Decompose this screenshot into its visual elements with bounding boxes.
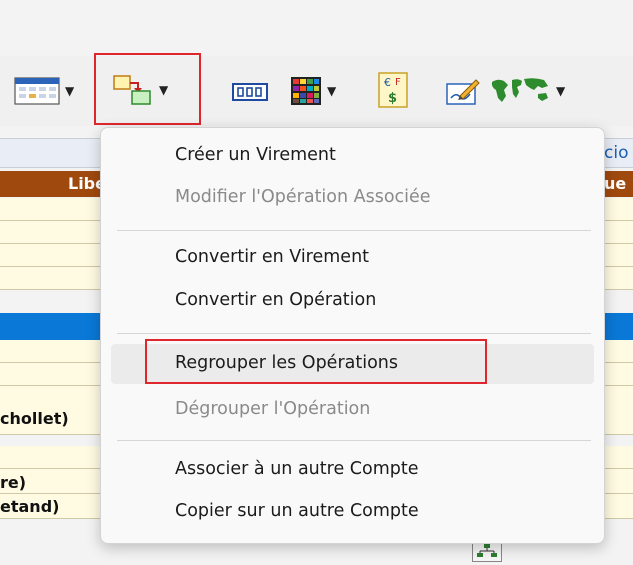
row-text: re) xyxy=(0,473,27,492)
edit-check-icon xyxy=(446,79,480,105)
tab-label[interactable]: cio xyxy=(604,143,628,163)
world-map-button[interactable]: ▼ xyxy=(488,76,565,106)
menu-item-copy-other-account[interactable]: Copier sur un autre Compte xyxy=(175,501,419,521)
column-header-label[interactable]: ue xyxy=(604,174,626,193)
menu-item-convert-to-operation[interactable]: Convertir en Opération xyxy=(175,290,376,310)
edit-check-button[interactable] xyxy=(446,76,480,106)
context-menu: Créer un Virement Modifier l'Opération A… xyxy=(100,127,605,544)
calendar-icon xyxy=(14,77,60,105)
menu-separator xyxy=(117,333,591,334)
menu-item-ungroup-operation: Dégrouper l'Opération xyxy=(175,399,371,419)
menu-item-edit-linked-operation: Modifier l'Opération Associée xyxy=(175,187,431,207)
chevron-down-icon[interactable]: ▼ xyxy=(65,85,74,97)
row-text: chollet) xyxy=(0,409,69,428)
menu-item-link-other-account[interactable]: Associer à un autre Compte xyxy=(175,459,418,479)
menu-separator xyxy=(117,230,591,231)
svg-text:F: F xyxy=(395,77,401,88)
chevron-down-icon[interactable]: ▼ xyxy=(327,85,336,97)
number-format-button[interactable] xyxy=(232,83,268,101)
currency-convert-button[interactable]: € F $ xyxy=(378,72,408,108)
currency-convert-icon: € F $ xyxy=(378,72,408,108)
row-text: etand) xyxy=(0,497,60,516)
menu-separator xyxy=(117,440,591,441)
color-grid-button[interactable]: ▼ xyxy=(290,76,336,106)
menu-item-convert-to-transfer[interactable]: Convertir en Virement xyxy=(175,247,369,267)
menu-item-create-transfer[interactable]: Créer un Virement xyxy=(175,145,336,165)
transfer-button-highlight xyxy=(94,53,201,125)
number-format-icon xyxy=(232,83,268,101)
group-operations-highlight xyxy=(145,339,487,384)
calendar-button[interactable]: ▼ xyxy=(14,76,74,106)
svg-text:$: $ xyxy=(388,91,397,106)
color-grid-icon xyxy=(291,77,321,105)
svg-text:€: € xyxy=(384,76,391,89)
chevron-down-icon[interactable]: ▼ xyxy=(556,85,565,97)
world-map-icon xyxy=(491,78,548,102)
